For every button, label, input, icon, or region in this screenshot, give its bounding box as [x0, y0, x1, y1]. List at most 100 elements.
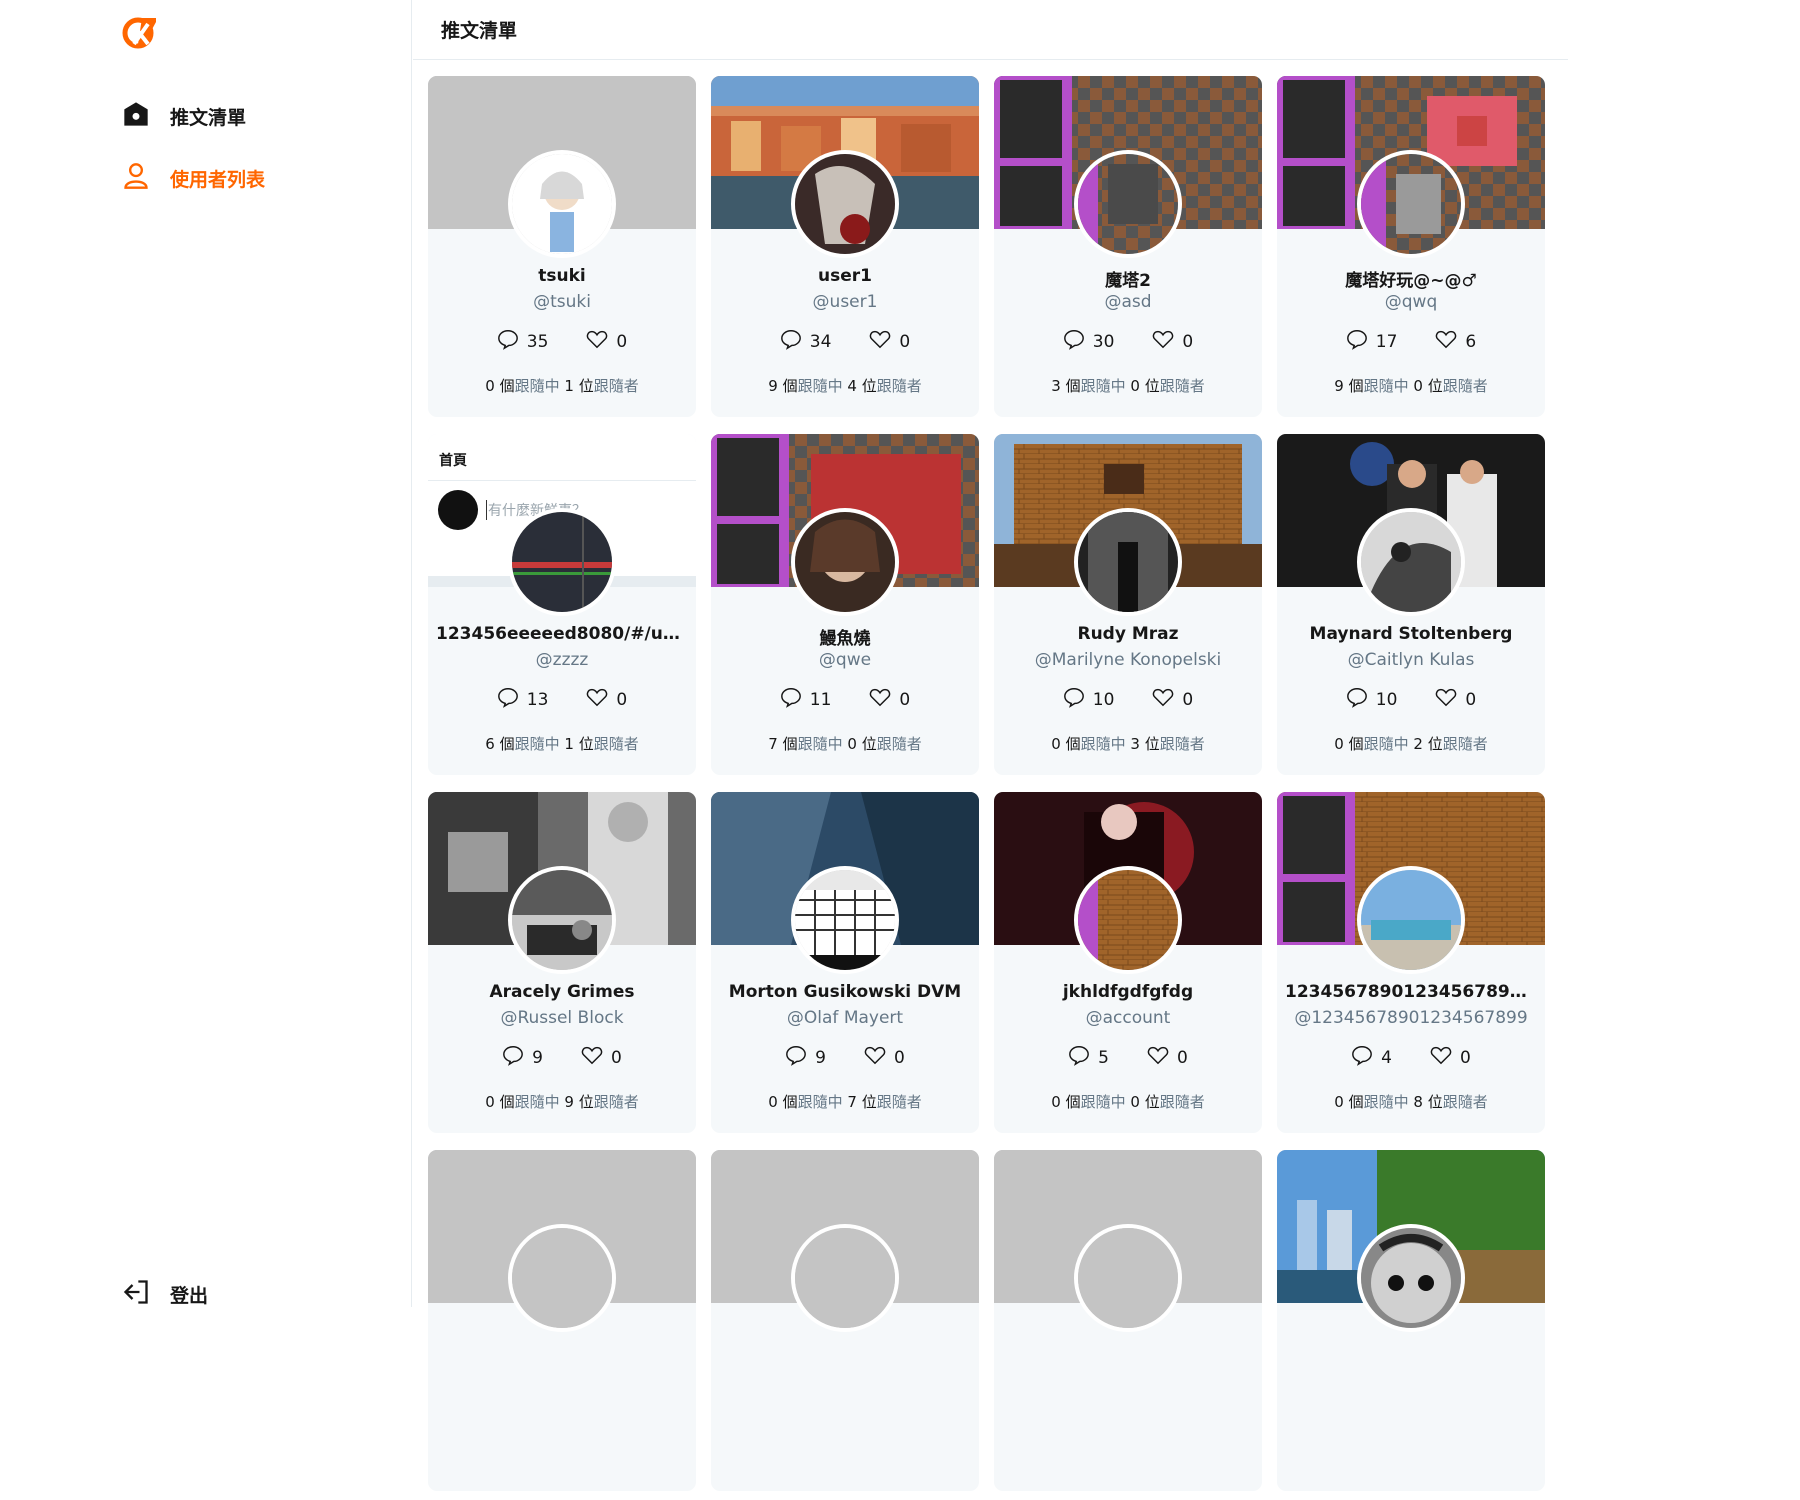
- user-card[interactable]: 12345678901234567890​1234... @1234567890…: [1277, 792, 1545, 1133]
- sidebar-item-users[interactable]: 使用者列表: [122, 162, 265, 195]
- avatar[interactable]: [791, 866, 899, 974]
- user-name[interactable]: tsuki: [436, 266, 688, 286]
- followers-link[interactable]: 跟隨者: [594, 1093, 639, 1111]
- user-name[interactable]: 鰻魚燒: [719, 624, 971, 649]
- followers-link[interactable]: 跟隨者: [1160, 377, 1205, 395]
- like-count: 6: [1435, 328, 1476, 355]
- user-name[interactable]: Morton Gusikowski DVM: [719, 982, 971, 1002]
- heart-icon: [1430, 1044, 1452, 1071]
- like-count-value: 0: [616, 331, 628, 352]
- followers-link[interactable]: 跟隨者: [1443, 377, 1488, 395]
- followers-link[interactable]: 跟隨者: [1160, 735, 1205, 753]
- user-account[interactable]: @user1: [719, 292, 971, 312]
- following-link[interactable]: 跟隨中: [515, 377, 560, 395]
- sidebar-item-tweets[interactable]: 推文清單: [122, 100, 246, 133]
- avatar[interactable]: [508, 866, 616, 974]
- followers-link[interactable]: 跟隨者: [877, 377, 922, 395]
- user-card[interactable]: 鰻魚燒 @qwe 11 0 7 個跟隨中 0 位跟隨者: [711, 434, 979, 775]
- avatar[interactable]: [1074, 508, 1182, 616]
- following-link[interactable]: 跟隨中: [798, 735, 843, 753]
- avatar[interactable]: [508, 508, 616, 616]
- avatar[interactable]: [1357, 866, 1465, 974]
- user-account[interactable]: @Russel Block: [436, 1008, 688, 1028]
- logout-button[interactable]: 登出: [122, 1278, 208, 1311]
- user-account[interactable]: @tsuki: [436, 292, 688, 312]
- follow-counts: 9 個跟隨中 0 位跟隨者: [1277, 375, 1545, 396]
- avatar[interactable]: [508, 1224, 616, 1332]
- followers-link[interactable]: 跟隨者: [1160, 1093, 1205, 1111]
- user-account[interactable]: @12345678901234567899: [1285, 1008, 1537, 1028]
- user-card[interactable]: 魔塔2 @asd 30 0 3 個跟隨中 0 位跟隨者: [994, 76, 1262, 417]
- like-count-value: 0: [611, 1047, 622, 1068]
- reply-count-value: 11: [809, 689, 832, 710]
- user-name[interactable]: Rudy Mraz: [1002, 624, 1254, 644]
- following-count: 0 個: [485, 1093, 515, 1111]
- user-card[interactable]: Maynard Stoltenberg @Caitlyn Kulas 10 0 …: [1277, 434, 1545, 775]
- user-stats: 30 0: [994, 328, 1262, 355]
- user-card[interactable]: Rudy Mraz @Marilyne Konopelski 10 0 0 個跟…: [994, 434, 1262, 775]
- user-card[interactable]: 魔塔好玩@~@♂ @qwq 17 6 9 個跟隨中 0 位跟隨者: [1277, 76, 1545, 417]
- following-count: 0 個: [1334, 735, 1364, 753]
- user-account[interactable]: @asd: [1002, 292, 1254, 312]
- user-card[interactable]: 首頁 有什麼新鮮事？ 123456eeeeed8080/#/user/3... …: [428, 434, 696, 775]
- avatar[interactable]: [508, 150, 616, 258]
- user-name[interactable]: 魔塔2: [1002, 266, 1254, 291]
- followers-link[interactable]: 跟隨者: [877, 1093, 922, 1111]
- followers-link[interactable]: 跟隨者: [594, 735, 639, 753]
- following-link[interactable]: 跟隨中: [515, 1093, 560, 1111]
- ac-logo-icon[interactable]: [122, 14, 158, 50]
- followers-link[interactable]: 跟隨者: [1443, 1093, 1488, 1111]
- following-link[interactable]: 跟隨中: [1364, 1093, 1409, 1111]
- user-card[interactable]: tsuki @tsuki 35 0 0 個跟隨中 1 位跟隨者: [428, 76, 696, 417]
- user-card[interactable]: jkhldfgdfgfdg @account 5 0 0 個跟隨中 0 位跟隨者: [994, 792, 1262, 1133]
- user-account[interactable]: @zzzz: [436, 650, 688, 670]
- follow-counts: 0 個跟隨中 7 位跟隨者: [711, 1091, 979, 1112]
- user-name[interactable]: 12345678901234567890​1234...: [1285, 982, 1537, 1002]
- following-link[interactable]: 跟隨中: [1081, 377, 1126, 395]
- user-name[interactable]: Aracely Grimes: [436, 982, 688, 1002]
- user-name[interactable]: Maynard Stoltenberg: [1285, 624, 1537, 644]
- like-count: 0: [1152, 328, 1193, 355]
- user-card[interactable]: Morton Gusikowski DVM @Olaf Mayert 9 0 0…: [711, 792, 979, 1133]
- avatar[interactable]: [1357, 1224, 1465, 1332]
- user-card[interactable]: [1277, 1150, 1545, 1491]
- user-card[interactable]: [428, 1150, 696, 1491]
- heart-icon: [869, 686, 891, 713]
- following-link[interactable]: 跟隨中: [1081, 1093, 1126, 1111]
- following-link[interactable]: 跟隨中: [1081, 735, 1126, 753]
- avatar[interactable]: [1357, 150, 1465, 258]
- following-link[interactable]: 跟隨中: [798, 377, 843, 395]
- user-account[interactable]: @Olaf Mayert: [719, 1008, 971, 1028]
- user-card[interactable]: user1 @user1 34 0 9 個跟隨中 4 位跟隨者: [711, 76, 979, 417]
- followers-link[interactable]: 跟隨者: [877, 735, 922, 753]
- avatar[interactable]: [791, 508, 899, 616]
- avatar[interactable]: [1074, 1224, 1182, 1332]
- following-count: 0 個: [1051, 735, 1081, 753]
- user-account[interactable]: @Caitlyn Kulas: [1285, 650, 1537, 670]
- heart-icon: [586, 328, 608, 355]
- user-card[interactable]: Aracely Grimes @Russel Block 9 0 0 個跟隨中 …: [428, 792, 696, 1133]
- avatar[interactable]: [1074, 866, 1182, 974]
- user-account[interactable]: @account: [1002, 1008, 1254, 1028]
- followers-count: 0 位: [847, 735, 877, 753]
- user-account[interactable]: @qwq: [1285, 292, 1537, 312]
- followers-link[interactable]: 跟隨者: [594, 377, 639, 395]
- following-link[interactable]: 跟隨中: [1364, 735, 1409, 753]
- avatar[interactable]: [1074, 150, 1182, 258]
- following-link[interactable]: 跟隨中: [1364, 377, 1409, 395]
- user-name[interactable]: 魔塔好玩@~@♂: [1285, 266, 1537, 291]
- user-account[interactable]: @Marilyne Konopelski: [1002, 650, 1254, 670]
- user-name[interactable]: 123456eeeeed8080/#/user/3...: [436, 624, 688, 644]
- heart-icon: [869, 328, 891, 355]
- followers-link[interactable]: 跟隨者: [1443, 735, 1488, 753]
- user-account[interactable]: @qwe: [719, 650, 971, 670]
- following-link[interactable]: 跟隨中: [515, 735, 560, 753]
- user-name[interactable]: user1: [719, 266, 971, 286]
- avatar[interactable]: [791, 150, 899, 258]
- following-link[interactable]: 跟隨中: [798, 1093, 843, 1111]
- user-card[interactable]: [994, 1150, 1262, 1491]
- avatar[interactable]: [791, 1224, 899, 1332]
- avatar[interactable]: [1357, 508, 1465, 616]
- user-card[interactable]: [711, 1150, 979, 1491]
- user-name[interactable]: jkhldfgdfgfdg: [1002, 982, 1254, 1002]
